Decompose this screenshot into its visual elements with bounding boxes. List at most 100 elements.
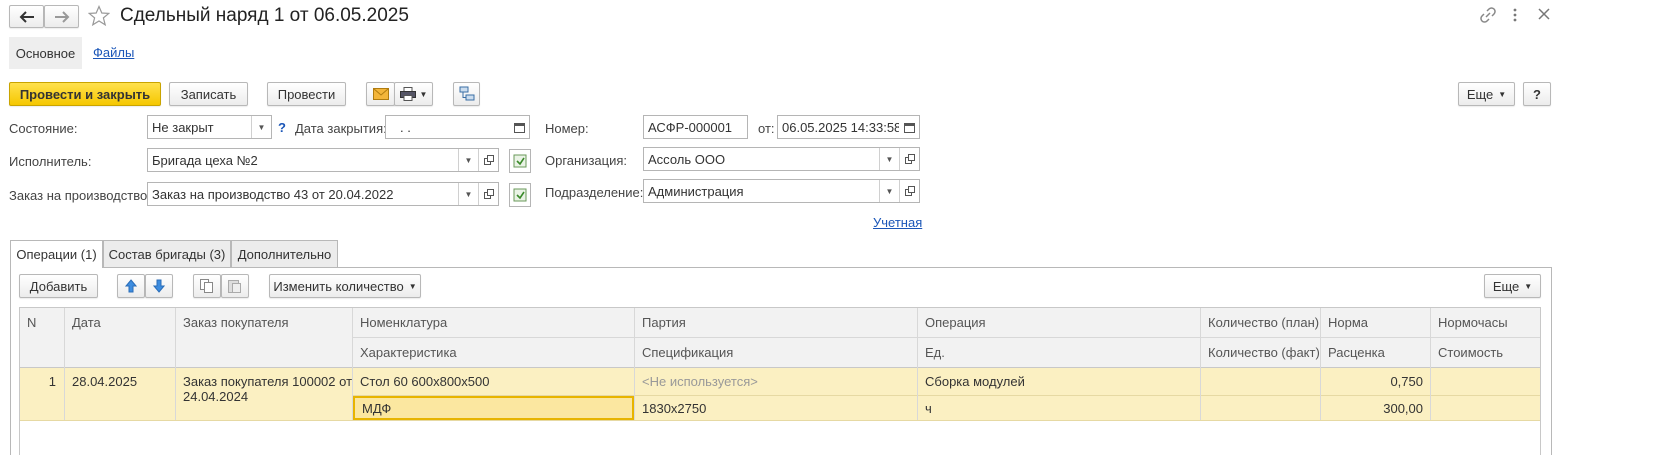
state-select[interactable]: Не закрыт ▼ bbox=[147, 115, 272, 139]
calendar-icon[interactable] bbox=[509, 116, 529, 138]
open-icon[interactable] bbox=[478, 149, 498, 171]
close-date-field[interactable]: . . bbox=[385, 115, 530, 139]
arrow-up-icon bbox=[125, 279, 137, 293]
email-button[interactable] bbox=[366, 82, 395, 106]
cell-batch[interactable]: <Не используется> bbox=[635, 368, 758, 395]
copy-icon bbox=[200, 279, 213, 293]
cell-qty-plan[interactable] bbox=[1201, 368, 1208, 395]
col-header-qty-plan[interactable]: Количество (план) bbox=[1201, 308, 1319, 337]
col-header-n[interactable]: N bbox=[20, 308, 36, 337]
table-more-button[interactable]: Еще ▼ bbox=[1484, 274, 1541, 298]
arrow-down-icon bbox=[153, 279, 165, 293]
more-button[interactable]: Еще ▼ bbox=[1458, 82, 1515, 106]
tab-additional[interactable]: Дополнительно bbox=[231, 240, 338, 267]
col-header-nomenclature[interactable]: Номенклатура bbox=[353, 308, 447, 337]
back-button[interactable] bbox=[9, 5, 44, 28]
calendar-icon[interactable] bbox=[899, 116, 919, 138]
cell-customer-order[interactable]: Заказ покупателя 100002 от 24.04.2024 bbox=[183, 374, 352, 404]
chevron-down-icon: ▼ bbox=[1498, 89, 1507, 99]
col-header-norm-hours[interactable]: Нормочасы bbox=[1431, 308, 1508, 337]
printer-icon bbox=[399, 87, 416, 101]
save-button[interactable]: Записать bbox=[169, 82, 248, 106]
cell-norm-hours[interactable] bbox=[1431, 368, 1438, 395]
executor-pick-button[interactable] bbox=[509, 149, 531, 173]
cell-qty-fact[interactable] bbox=[1201, 396, 1208, 420]
from-label: от: bbox=[758, 121, 775, 136]
chevron-down-icon: ▼ bbox=[408, 281, 417, 291]
chevron-down-icon[interactable]: ▼ bbox=[251, 116, 271, 138]
from-date-field[interactable]: 06.05.2025 14:33:58 bbox=[777, 115, 920, 139]
open-icon[interactable] bbox=[899, 148, 919, 170]
order-select[interactable]: Заказ на производство 43 от 20.04.2022 ▼ bbox=[147, 182, 499, 206]
post-button[interactable]: Провести bbox=[267, 82, 346, 106]
move-down-button[interactable] bbox=[145, 274, 173, 298]
cell-n[interactable]: 1 bbox=[20, 368, 64, 395]
structure-button[interactable] bbox=[453, 82, 480, 106]
chevron-down-icon[interactable]: ▼ bbox=[879, 148, 899, 170]
print-button[interactable]: ▼ bbox=[394, 82, 433, 106]
forward-button[interactable] bbox=[44, 5, 79, 28]
paste-icon bbox=[228, 280, 241, 293]
more-vert-icon[interactable] bbox=[1512, 7, 1518, 23]
cell-specification[interactable]: 1830x2750 bbox=[635, 396, 706, 420]
open-icon[interactable] bbox=[899, 180, 919, 202]
change-quantity-button[interactable]: Изменить количество ▼ bbox=[269, 274, 421, 298]
col-header-qty-fact[interactable]: Количество (факт) bbox=[1201, 338, 1320, 367]
state-help-icon[interactable]: ? bbox=[278, 120, 286, 135]
col-header-cost[interactable]: Стоимость bbox=[1431, 338, 1503, 367]
dept-select[interactable]: Администрация ▼ bbox=[643, 179, 920, 203]
col-header-rate[interactable]: Расценка bbox=[1321, 338, 1385, 367]
help-button[interactable]: ? bbox=[1523, 82, 1551, 106]
accounting-link[interactable]: Учетная bbox=[873, 215, 922, 230]
add-button[interactable]: Добавить bbox=[19, 274, 98, 298]
arrow-left-icon bbox=[19, 10, 34, 23]
order-label: Заказ на производство: bbox=[9, 188, 151, 203]
tab-operations[interactable]: Операции (1) bbox=[10, 240, 103, 268]
executor-select[interactable]: Бригада цеха №2 ▼ bbox=[147, 148, 499, 172]
cell-characteristic[interactable]: МДФ bbox=[353, 396, 634, 420]
nav-tab-files[interactable]: Файлы bbox=[93, 45, 134, 60]
col-header-customer-order[interactable]: Заказ покупателя bbox=[176, 308, 289, 337]
cell-cost[interactable] bbox=[1431, 396, 1438, 420]
link-icon[interactable] bbox=[1480, 7, 1496, 23]
col-header-unit[interactable]: Ед. bbox=[918, 338, 945, 367]
nav-tab-main[interactable]: Основное bbox=[9, 37, 82, 69]
move-up-button[interactable] bbox=[117, 274, 145, 298]
cell-nomenclature[interactable]: Стол 60 600x800x500 bbox=[353, 368, 489, 395]
page-title: Сдельный наряд 1 от 06.05.2025 bbox=[120, 5, 409, 26]
paste-button[interactable] bbox=[221, 274, 249, 298]
executor-label: Исполнитель: bbox=[9, 154, 92, 169]
col-header-date[interactable]: Дата bbox=[65, 308, 101, 337]
number-field[interactable]: АСФР-000001 bbox=[643, 115, 748, 139]
state-label: Состояние: bbox=[9, 121, 78, 136]
close-date-label: Дата закрытия: bbox=[295, 121, 387, 136]
post-and-close-button[interactable]: Провести и закрыть bbox=[9, 82, 161, 106]
close-icon[interactable] bbox=[1538, 8, 1550, 20]
chevron-down-icon: ▼ bbox=[419, 89, 428, 99]
col-header-norm[interactable]: Норма bbox=[1321, 308, 1368, 337]
cell-rate[interactable]: 300,00 bbox=[1321, 396, 1430, 420]
number-label: Номер: bbox=[545, 121, 589, 136]
col-header-specification[interactable]: Спецификация bbox=[635, 338, 733, 367]
col-header-batch[interactable]: Партия bbox=[635, 308, 686, 337]
open-icon[interactable] bbox=[478, 183, 498, 205]
favorite-star-icon[interactable] bbox=[88, 5, 110, 27]
chevron-down-icon[interactable]: ▼ bbox=[458, 149, 478, 171]
select-green-icon bbox=[513, 154, 527, 168]
col-header-characteristic[interactable]: Характеристика bbox=[353, 338, 457, 367]
chevron-down-icon[interactable]: ▼ bbox=[879, 180, 899, 202]
cell-operation[interactable]: Сборка модулей bbox=[918, 368, 1025, 395]
envelope-icon bbox=[372, 88, 389, 100]
copy-button[interactable] bbox=[193, 274, 221, 298]
cell-date[interactable]: 28.04.2025 bbox=[65, 368, 137, 395]
dept-label: Подразделение: bbox=[545, 185, 644, 200]
arrow-right-icon bbox=[54, 10, 69, 23]
org-select[interactable]: Ассоль ООО ▼ bbox=[643, 147, 920, 171]
col-header-operation[interactable]: Операция bbox=[918, 308, 986, 337]
order-pick-button[interactable] bbox=[509, 183, 531, 207]
cell-norm[interactable]: 0,750 bbox=[1321, 368, 1430, 395]
chevron-down-icon[interactable]: ▼ bbox=[458, 183, 478, 205]
cell-unit[interactable]: ч bbox=[918, 396, 932, 420]
tab-brigade[interactable]: Состав бригады (3) bbox=[103, 240, 231, 267]
select-green-icon bbox=[513, 188, 527, 202]
